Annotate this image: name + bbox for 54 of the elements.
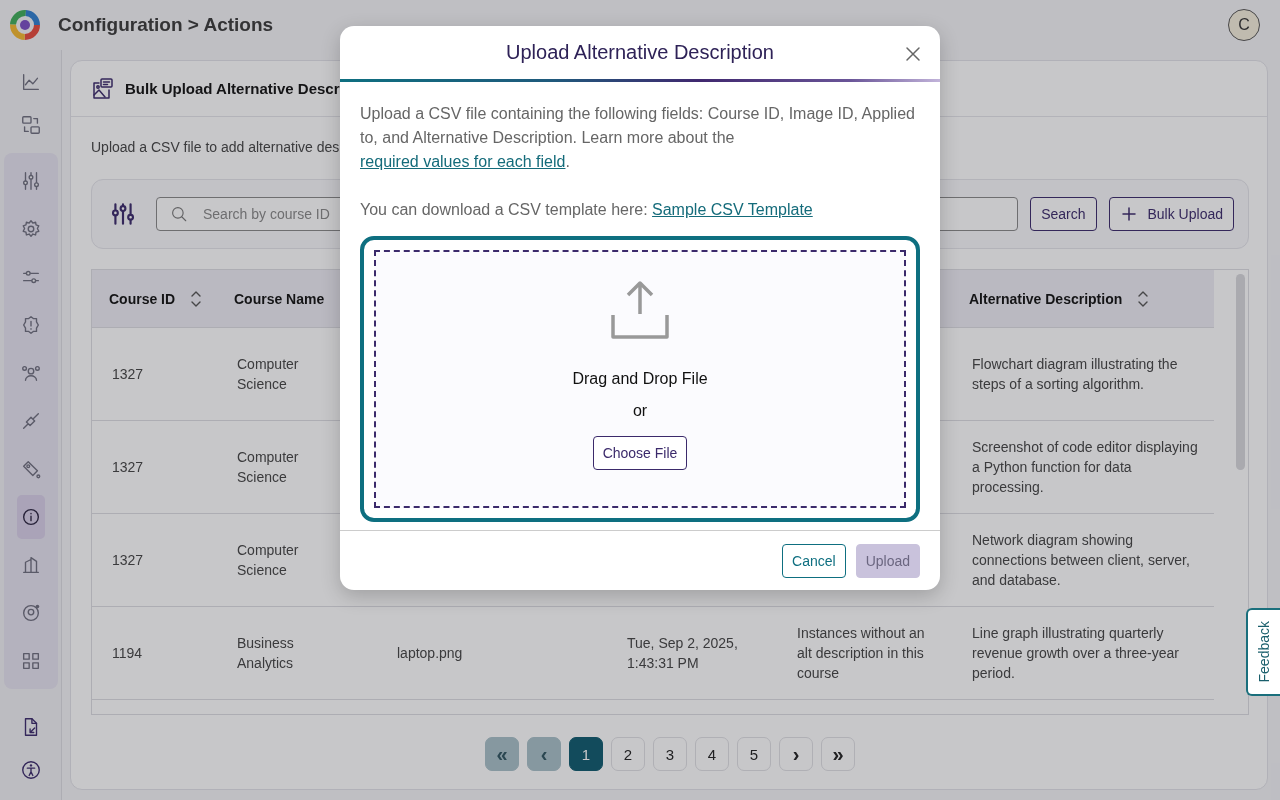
page-nav-button[interactable]: » xyxy=(821,737,855,771)
table-cell-text: Line graph illustrating quarterly revenue growth over a three-year period. xyxy=(972,624,1180,683)
page-button[interactable]: 1 xyxy=(569,737,603,771)
dialog-title: Upload Alternative Description xyxy=(506,40,774,64)
feedback-tab[interactable]: Feedback xyxy=(1246,608,1280,696)
sliders-icon xyxy=(110,201,136,227)
table-cell-text: 1194 xyxy=(112,644,143,663)
upload-icon xyxy=(610,280,670,341)
page-button[interactable]: 4 xyxy=(695,737,729,771)
table-cell-text: 1327 xyxy=(112,551,144,570)
table-cell-text: 1327 xyxy=(112,365,144,384)
template-link[interactable]: Sample CSV Template xyxy=(652,201,813,219)
description-text: Upload a CSV file to add alternative des xyxy=(91,139,341,155)
table-cell-text: Network diagram showing connections between client, server, and database. xyxy=(972,531,1191,590)
table-cell-text: Computer Science xyxy=(237,355,300,394)
swap-list-icon xyxy=(19,114,42,137)
card-title: Bulk Upload Alternative Descr xyxy=(125,80,340,97)
drop-zone[interactable]: Drag and Drop File or Choose File xyxy=(360,236,920,523)
table-cell-text: Business Analytics xyxy=(237,634,295,673)
search-icon xyxy=(170,205,188,223)
close-button[interactable] xyxy=(904,45,922,63)
drop-prompt: Drag and Drop File xyxy=(572,370,708,389)
table-cell-text: Computer Science xyxy=(237,541,300,580)
scrollbar[interactable] xyxy=(1236,274,1245,470)
required-values-link[interactable]: required values for each field xyxy=(360,153,566,171)
cancel-button[interactable]: Cancel xyxy=(782,543,846,578)
sidebar-button[interactable] xyxy=(16,495,45,540)
table-cell-text: Flowchart diagram illustrating the steps of a sorting algorithm. xyxy=(972,355,1179,394)
choose-file-button[interactable]: Choose File xyxy=(592,436,688,471)
page-button[interactable]: 5 xyxy=(737,737,771,771)
table-cell-text: Tue, Sep 2, 2025, 1:43:31 PM xyxy=(627,634,739,673)
instructions-text: Upload a CSV file containing the following fields: Course ID, Image ID, Applied to, and Alternative Description. Learn more about the required values for each field. xyxy=(360,104,916,173)
image-comment-icon xyxy=(91,76,115,101)
table-cell-text: laptop.png xyxy=(397,644,463,663)
bulk-upload-button[interactable]: Bulk Upload xyxy=(1108,197,1234,231)
table-cell-text: Instances without an alt description in this course xyxy=(797,624,926,683)
plus-icon xyxy=(1119,205,1138,223)
page-button[interactable]: 2 xyxy=(611,737,645,771)
table-cell-text: Screenshot of code editor displaying a Python function for data processing. xyxy=(972,438,1199,497)
template-text: You can download a CSV template here: Sample CSV Template xyxy=(360,200,814,221)
logo-icon xyxy=(8,8,42,42)
table-cell-text: 1327 xyxy=(112,458,144,477)
breadcrumb: Configuration > Actions xyxy=(58,14,275,36)
close-icon xyxy=(904,45,922,63)
table-cell-text: Computer Science xyxy=(237,448,300,487)
column-header: Course ID xyxy=(92,270,217,328)
column-header: Alternative Description xyxy=(952,270,1214,328)
accessibility-icon xyxy=(19,759,42,782)
or-text: or xyxy=(632,402,648,421)
page-button[interactable]: 3 xyxy=(653,737,687,771)
search-button[interactable]: Search xyxy=(1030,197,1097,231)
avatar[interactable]: C xyxy=(1228,9,1260,41)
filter-button[interactable] xyxy=(110,201,136,227)
page-nav-button[interactable]: › xyxy=(779,737,813,771)
